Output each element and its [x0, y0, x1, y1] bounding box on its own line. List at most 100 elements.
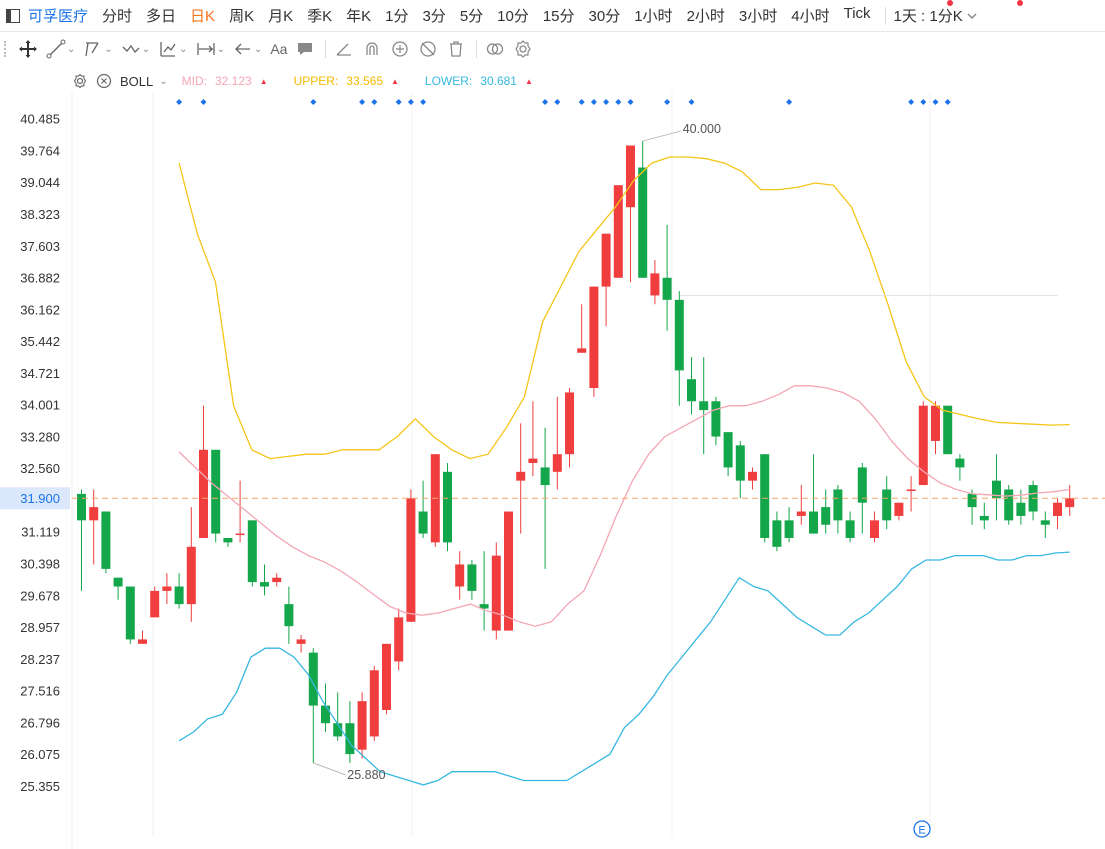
timeframe-2[interactable]: 日K — [190, 5, 215, 26]
timeframe-12[interactable]: 30分 — [589, 5, 621, 26]
lower-value: 30.681 — [480, 74, 517, 88]
candle-body — [711, 401, 721, 437]
chevron-down-icon[interactable]: ⌄ — [159, 76, 167, 87]
candle — [369, 665, 379, 741]
timeframe-0[interactable]: 分时 — [102, 5, 132, 26]
candle — [247, 520, 257, 587]
signal-marker — [359, 99, 366, 105]
fib-icon[interactable]: ⌄ — [158, 39, 188, 59]
candlestick-chart[interactable]: 40.485 39.764 39.044 38.323 37.603 36.882 36.1… — [0, 92, 1105, 849]
candle-body — [552, 454, 562, 472]
upper-label: UPPER: — [293, 74, 339, 88]
timeframe-7[interactable]: 1分 — [385, 5, 408, 26]
candle — [418, 480, 428, 538]
timeframe-6[interactable]: 年K — [346, 5, 371, 26]
candle — [589, 286, 599, 397]
candle — [979, 502, 989, 530]
note-icon[interactable] — [295, 39, 315, 59]
timeframe-14[interactable]: 2小时 — [687, 5, 725, 26]
candle — [333, 692, 343, 741]
stock-name[interactable]: 可孚医疗 — [28, 5, 88, 26]
timeframe-11[interactable]: 15分 — [543, 5, 575, 26]
candle-body — [443, 471, 452, 543]
candle-body — [540, 467, 550, 486]
candle-body — [162, 586, 172, 591]
candle — [992, 454, 1001, 521]
period-select[interactable]: 1天 : 1分K — [894, 5, 977, 26]
candle-body — [894, 502, 904, 516]
event-badge[interactable]: E — [913, 820, 931, 838]
text-icon[interactable]: Aa — [270, 41, 287, 57]
timeframe-17[interactable]: Tick — [844, 5, 871, 26]
candle — [723, 432, 733, 477]
indicator-settings-icon[interactable] — [72, 73, 88, 89]
lower-label: LOWER: — [424, 74, 473, 88]
timeframe-5[interactable]: 季K — [307, 5, 332, 26]
compare-icon[interactable] — [485, 39, 505, 59]
candle-body — [296, 639, 306, 644]
grip-handle-icon[interactable] — [4, 41, 12, 57]
y-tick-label: 26.075 — [20, 747, 60, 762]
timeframe-4[interactable]: 月K — [268, 5, 293, 26]
timeframe-15[interactable]: 3小时 — [739, 5, 777, 26]
candle-body — [979, 515, 989, 521]
candle — [552, 396, 562, 490]
line-icon[interactable]: ⌄ — [46, 39, 75, 59]
timeframe-list: 分时 多日 日K 周K 月K 季K 年K 1分 3分 5分 10分 15分 30分 1小时 2小时 3小时 4小… — [102, 5, 885, 26]
candle-body — [516, 471, 526, 481]
panel-toggle-icon[interactable] — [6, 8, 20, 23]
candle — [906, 476, 916, 512]
indicator-close-icon[interactable] — [96, 73, 112, 89]
angle-icon[interactable] — [334, 39, 354, 59]
lock-icon[interactable] — [390, 39, 410, 59]
timeframe-9[interactable]: 5分 — [460, 5, 483, 26]
timeframe-1[interactable]: 多日 — [146, 5, 176, 26]
indicator-name[interactable]: BOLL — [120, 74, 153, 89]
candle — [967, 489, 977, 525]
y-tick-label: 32.560 — [20, 461, 60, 476]
settings-icon[interactable] — [513, 39, 533, 59]
candle — [1053, 498, 1062, 530]
signal-marker — [908, 99, 915, 105]
path-icon[interactable]: ⌄ — [121, 39, 150, 59]
candle — [516, 423, 526, 534]
candle-body — [321, 705, 330, 724]
candle — [455, 551, 465, 600]
candle — [125, 586, 135, 644]
candle — [406, 489, 416, 622]
candle — [174, 573, 184, 609]
signal-marker — [615, 99, 622, 105]
candle-body — [491, 555, 501, 631]
timeframe-10[interactable]: 10分 — [497, 5, 529, 26]
signal-marker — [688, 99, 695, 105]
crosshair-icon[interactable] — [18, 39, 38, 59]
timeframe-8[interactable]: 3分 — [422, 5, 445, 26]
timeframe-16[interactable]: 4小时 — [791, 5, 829, 26]
candle-body — [1016, 502, 1026, 516]
chevron-down-icon — [967, 12, 977, 19]
y-tick-label: 25.355 — [20, 779, 60, 794]
notification-dot — [1017, 0, 1023, 6]
magnet-icon[interactable] — [362, 39, 382, 59]
candle-body — [626, 145, 635, 208]
candle-body — [406, 498, 416, 622]
candle-body — [833, 489, 843, 521]
candle-body — [650, 273, 660, 296]
hide-icon[interactable] — [418, 39, 438, 59]
delete-icon[interactable] — [446, 39, 466, 59]
candle-body — [528, 458, 538, 464]
candle-body — [1053, 502, 1062, 516]
candle-body — [723, 432, 733, 468]
up-triangle-icon: ▲ — [391, 76, 399, 86]
range-icon[interactable]: ⌄ — [196, 39, 225, 59]
timeframe-13[interactable]: 1小时 — [634, 5, 672, 26]
arrow-icon[interactable]: ⌄ — [233, 39, 262, 59]
candle — [870, 511, 879, 543]
channel-icon[interactable]: ⌄ — [83, 39, 113, 59]
candle — [101, 511, 111, 574]
candle-body — [186, 546, 196, 605]
candle — [894, 502, 904, 521]
y-tick-label: 36.882 — [20, 271, 60, 286]
candle — [138, 630, 147, 644]
timeframe-3[interactable]: 周K — [229, 5, 254, 26]
